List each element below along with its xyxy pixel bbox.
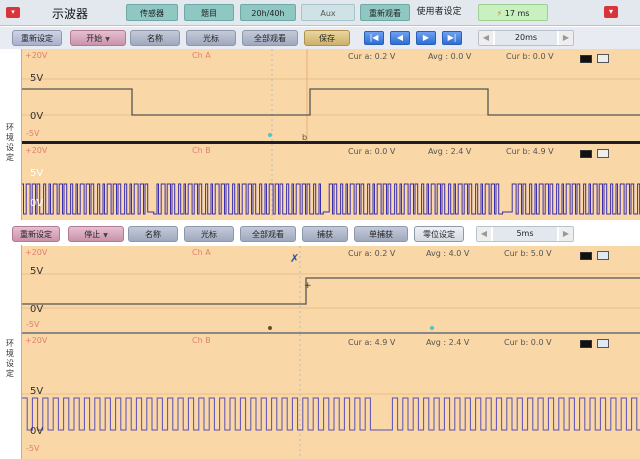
side-settings-top[interactable]: 环境设定 bbox=[0, 49, 22, 220]
tab-sensor[interactable]: 传感器 bbox=[126, 4, 178, 21]
prev-icon[interactable]: ◀ bbox=[390, 31, 410, 45]
close-icon[interactable]: ▾ bbox=[604, 6, 618, 18]
waveform-ch-b-2 bbox=[22, 334, 640, 459]
svg-text:✗: ✗ bbox=[290, 252, 299, 265]
arrow-left-icon[interactable]: ◀ bbox=[477, 227, 491, 241]
tab-rewatch[interactable]: 重新观看 bbox=[360, 4, 410, 21]
single-capture-button[interactable]: 单捕获 bbox=[354, 226, 408, 242]
chevron-down-icon: ▼ bbox=[105, 36, 110, 43]
clock-icon: ⚡ bbox=[496, 9, 505, 18]
side-settings-bottom[interactable]: 环境设定 bbox=[0, 243, 22, 459]
arrow-right-icon[interactable]: ▶ bbox=[559, 31, 573, 45]
plot-panel-4[interactable]: +20V Ch B 5V 0V -5V Cur a: 4.9 V Avg : 2… bbox=[22, 334, 640, 459]
waveform-ch-a-1 bbox=[22, 49, 640, 141]
view-all-button[interactable]: 全部观看 bbox=[242, 30, 298, 46]
zero-set-button[interactable]: 零位设定 bbox=[414, 226, 464, 242]
time-indicator: ⚡ 17 ms bbox=[478, 4, 548, 21]
name-button[interactable]: 名称 bbox=[130, 30, 180, 46]
tab-user-settings[interactable]: 使用者设定 bbox=[410, 4, 468, 21]
plot-panel-3[interactable]: ✗ + +20V Ch A 5V 0V -5V Cur a: 0.2 V Avg… bbox=[22, 246, 640, 332]
tab-topic[interactable]: 题目 bbox=[184, 4, 234, 21]
channel-settings-icon[interactable] bbox=[597, 251, 609, 260]
svg-text:+: + bbox=[304, 281, 312, 291]
view-all-button-2[interactable]: 全部观看 bbox=[240, 226, 296, 242]
cursor-button-2[interactable]: 光标 bbox=[184, 226, 234, 242]
next-icon[interactable]: ▶ bbox=[416, 31, 436, 45]
first-icon[interactable]: |◀ bbox=[364, 31, 384, 45]
stop-button[interactable]: 停止 ▼ bbox=[68, 226, 124, 242]
plot-panel-1[interactable]: +20V Ch A 5V 0V -5V Cur a: 0.2 V Avg : 0… bbox=[22, 49, 640, 141]
cursor-b-marker[interactable]: b bbox=[302, 133, 307, 141]
arrow-right-icon[interactable]: ▶ bbox=[559, 227, 573, 241]
start-button[interactable]: 开始 ▼ bbox=[70, 30, 126, 46]
app-logo-icon: ▾ bbox=[6, 7, 20, 18]
timebase-selector-top[interactable]: ◀ 20ms ▶ bbox=[478, 30, 574, 46]
last-icon[interactable]: ▶| bbox=[442, 31, 462, 45]
capture-button[interactable]: 捕获 bbox=[302, 226, 348, 242]
channel-color-icon[interactable] bbox=[580, 150, 592, 158]
plot-panel-2[interactable]: +20V Ch B 5V 0V Cur a: 0.0 V Avg : 2.4 V… bbox=[22, 144, 640, 220]
cursor-button[interactable]: 光标 bbox=[186, 30, 236, 46]
tab-aux[interactable]: Aux bbox=[301, 4, 355, 21]
channel-settings-icon[interactable] bbox=[597, 149, 609, 158]
chevron-down-icon: ▼ bbox=[103, 232, 108, 239]
channel-settings-icon[interactable] bbox=[597, 339, 609, 348]
waveform-ch-a-2: ✗ + bbox=[22, 246, 640, 332]
channel-color-icon[interactable] bbox=[580, 340, 592, 348]
reset-button-2[interactable]: 重新设定 bbox=[12, 226, 60, 242]
channel-color-icon[interactable] bbox=[580, 55, 592, 63]
name-button-2[interactable]: 名称 bbox=[128, 226, 178, 242]
arrow-left-icon[interactable]: ◀ bbox=[479, 31, 493, 45]
reset-button[interactable]: 重新设定 bbox=[12, 30, 62, 46]
channel-color-icon[interactable] bbox=[580, 252, 592, 260]
save-button[interactable]: 保存 bbox=[304, 30, 350, 46]
app-title: 示波器 bbox=[52, 7, 89, 21]
timebase-selector-mid[interactable]: ◀ 5ms ▶ bbox=[476, 226, 574, 242]
tab-20h-40h[interactable]: 20h/40h bbox=[240, 4, 296, 21]
channel-settings-icon[interactable] bbox=[597, 54, 609, 63]
